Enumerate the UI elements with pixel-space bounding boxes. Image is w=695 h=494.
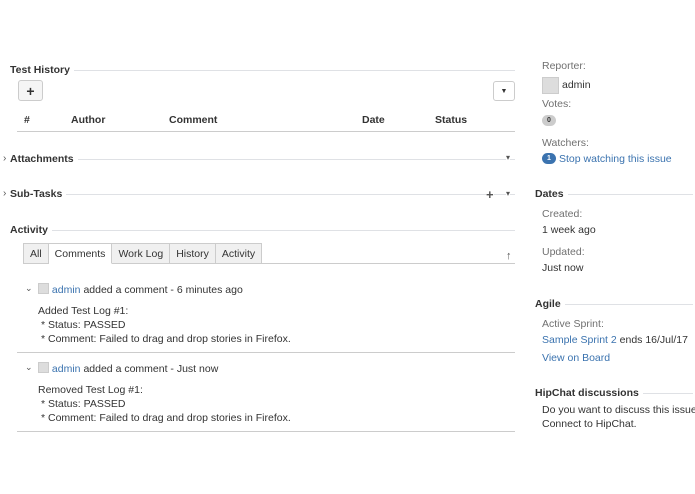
comment-action: added a comment - Just now — [83, 363, 219, 375]
comment-author-link[interactable]: admin — [52, 363, 81, 375]
add-test-log-button[interactable]: + — [18, 80, 43, 101]
attachments-title[interactable]: Attachments — [10, 153, 78, 165]
section-divider — [635, 393, 693, 394]
active-sprint-value: Sample Sprint 2 ends 16/Jul/17 — [542, 334, 688, 346]
dates-title: Dates — [535, 188, 568, 200]
comment-body-line: * Status: PASSED — [41, 319, 126, 331]
created-label: Created: — [542, 208, 583, 220]
comment-header: admin added a comment - Just now — [38, 362, 218, 375]
updated-value: Just now — [542, 262, 584, 274]
sprint-link[interactable]: Sample Sprint 2 — [542, 334, 617, 346]
activity-tabs: All Comments Work Log History Activity — [23, 243, 263, 264]
stop-watching-link[interactable]: Stop watching this issue — [559, 153, 672, 165]
reporter-name[interactable]: admin — [562, 79, 591, 91]
comment-body-line: Added Test Log #1: — [38, 305, 129, 317]
column-header-author[interactable]: Author — [71, 114, 105, 126]
chevron-right-icon[interactable]: › — [3, 188, 6, 199]
section-divider — [565, 194, 693, 195]
attachments-options-icon[interactable]: ▾ — [506, 153, 511, 162]
comment-body-line: Removed Test Log #1: — [38, 384, 143, 396]
hipchat-prompt: Do you want to discuss this issue? — [542, 404, 695, 416]
add-subtask-button[interactable]: + — [486, 187, 494, 202]
hipchat-connect-link[interactable]: Connect to HipChat. — [542, 418, 637, 430]
comment-body-line: * Comment: Failed to drag and drop stori… — [41, 412, 291, 424]
avatar — [38, 283, 49, 294]
agile-title: Agile — [535, 298, 565, 310]
tab-comments[interactable]: Comments — [48, 243, 113, 264]
sort-order-arrow-icon[interactable]: ↑ — [506, 250, 512, 262]
subtasks-options-icon[interactable]: ▾ — [506, 189, 511, 198]
updated-label: Updated: — [542, 246, 585, 258]
test-history-dropdown[interactable]: ▼ — [493, 81, 515, 101]
comment-header: admin added a comment - 6 minutes ago — [38, 283, 243, 296]
comment-author-link[interactable]: admin — [52, 284, 81, 296]
section-divider — [72, 159, 515, 160]
tab-all[interactable]: All — [23, 243, 49, 264]
created-value: 1 week ago — [542, 224, 596, 236]
column-header-status[interactable]: Status — [435, 114, 467, 126]
hipchat-title: HipChat discussions — [535, 387, 643, 399]
avatar — [38, 362, 49, 373]
reporter-label: Reporter: — [542, 60, 586, 72]
subtasks-title[interactable]: Sub-Tasks — [10, 188, 67, 200]
view-on-board-link[interactable]: View on Board — [542, 352, 610, 364]
column-header-number[interactable]: # — [24, 114, 30, 126]
chevron-down-icon[interactable]: ⌄ — [25, 362, 33, 373]
chevron-right-icon[interactable]: › — [3, 153, 6, 164]
tab-work-log[interactable]: Work Log — [112, 243, 171, 264]
section-divider — [50, 230, 515, 231]
test-history-title: Test History — [10, 64, 74, 76]
column-header-comment[interactable]: Comment — [169, 114, 217, 126]
watchers-label: Watchers: — [542, 137, 589, 149]
column-header-date[interactable]: Date — [362, 114, 385, 126]
sprint-end-date: ends 16/Jul/17 — [616, 334, 688, 346]
table-header-divider — [17, 131, 515, 132]
tabs-baseline — [257, 263, 515, 264]
comment-action: added a comment - 6 minutes ago — [83, 284, 243, 296]
section-divider — [66, 70, 515, 71]
watchers-badge[interactable]: 1 — [542, 153, 556, 164]
chevron-down-icon[interactable]: ⌄ — [25, 283, 33, 294]
active-sprint-label: Active Sprint: — [542, 318, 604, 330]
comment-divider — [17, 352, 515, 353]
comment-divider — [17, 431, 515, 432]
votes-label: Votes: — [542, 98, 572, 110]
activity-title: Activity — [10, 224, 52, 236]
tab-history[interactable]: History — [170, 243, 216, 264]
comment-body-line: * Comment: Failed to drag and drop stori… — [41, 333, 291, 345]
comment-body-line: * Status: PASSED — [41, 398, 126, 410]
section-divider — [62, 194, 515, 195]
section-divider — [562, 304, 693, 305]
avatar — [542, 77, 559, 94]
caret-down-icon: ▼ — [500, 87, 508, 95]
votes-badge[interactable]: 0 — [542, 115, 556, 126]
tab-activity[interactable]: Activity — [215, 243, 263, 264]
